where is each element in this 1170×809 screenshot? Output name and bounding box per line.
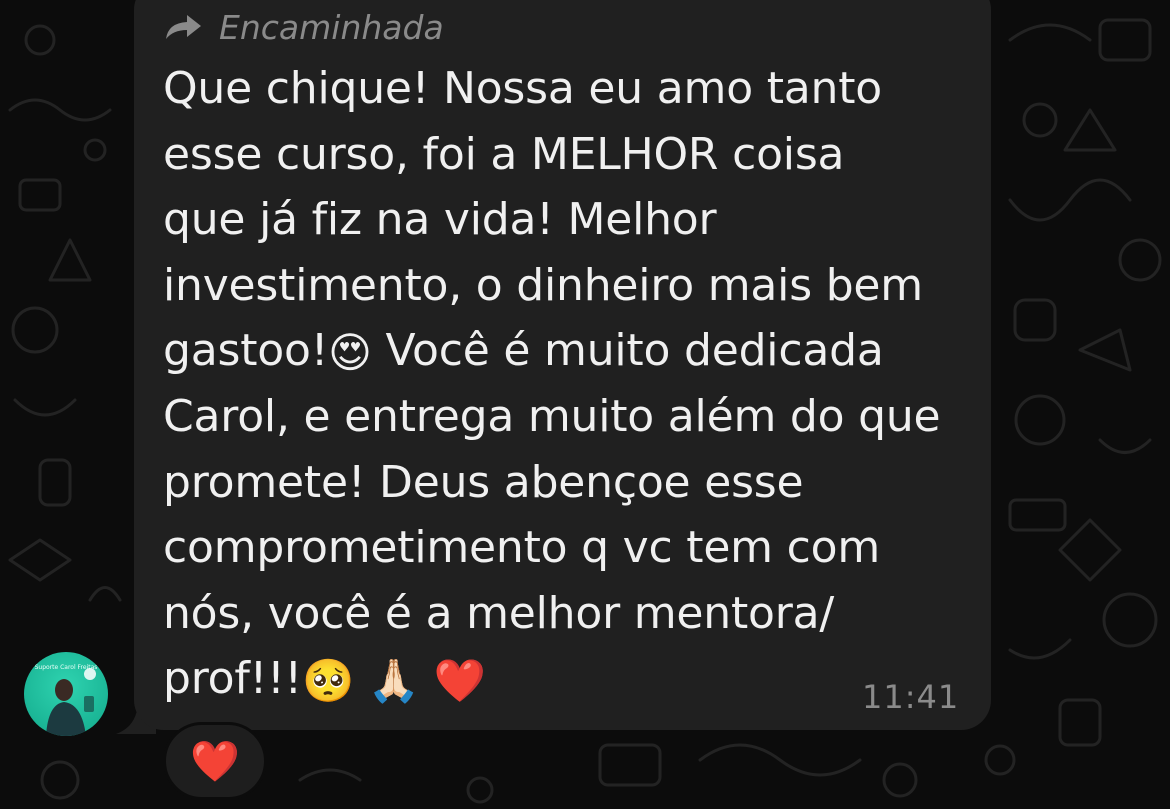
message-line: que já fiz na vida! Melhor	[163, 194, 717, 246]
forward-arrow-icon	[166, 15, 201, 39]
message-line-text: Você é muito dedicada	[371, 325, 884, 377]
message-line-text: prof!!!	[163, 653, 302, 705]
message-line: Que chique! Nossa eu amo tanto	[163, 63, 882, 114]
message-line: comprometimento q vc tem com	[163, 522, 881, 574]
message-line: Carol, e entrega muito além do que	[163, 390, 941, 442]
reaction-badge[interactable]: ❤️	[163, 722, 267, 800]
message-line: gastoo!😍 Você é muito dedicada	[163, 318, 973, 384]
sender-avatar[interactable]: Suporte Carol Freitas	[24, 652, 108, 736]
message-line: prof!!!🥺 🙏🏻 ❤️	[163, 646, 973, 712]
chat-background: Encaminhada Que chique! Nossa eu amo tan…	[0, 0, 1170, 809]
forwarded-indicator: Encaminhada	[163, 5, 444, 49]
message-line: promete! Deus abençoe esse	[163, 456, 804, 508]
message-text: Que chique! Nossa eu amo tanto esse curs…	[163, 56, 973, 712]
message-line: investimento, o dinheiro mais bem	[163, 259, 923, 311]
heart-eyes-emoji: 😍	[328, 328, 372, 378]
red-heart-emoji: ❤️	[433, 656, 486, 706]
message-timestamp: 11:41	[862, 678, 960, 716]
avatar-person-image	[46, 668, 96, 736]
forwarded-label: Encaminhada	[219, 7, 444, 47]
message-line: nós, você é a melhor mentora/	[163, 587, 835, 639]
message-line: esse curso, foi a MELHOR coisa	[163, 128, 845, 180]
pleading-face-emoji: 🥺	[301, 656, 355, 706]
reaction-heart-emoji: ❤️	[190, 738, 240, 785]
folded-hands-emoji: 🙏🏻	[367, 656, 420, 706]
message-line-text: gastoo!	[163, 325, 329, 377]
